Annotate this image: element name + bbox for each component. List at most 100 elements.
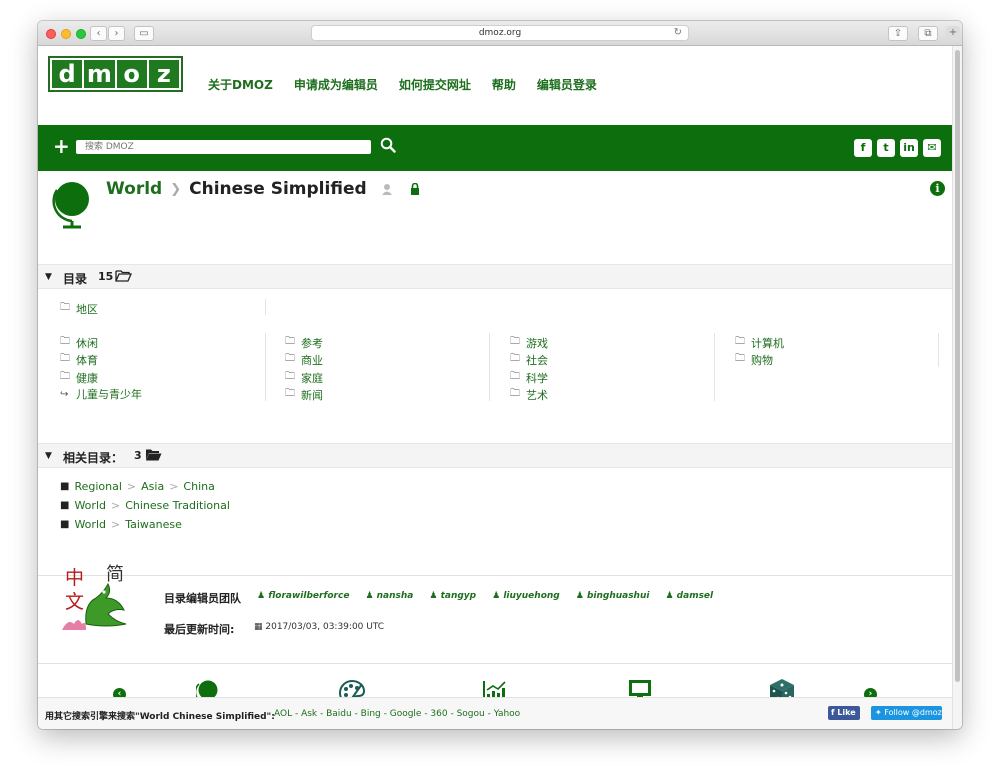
category-item[interactable]: 🗀 购物 [735,351,773,368]
related-header[interactable]: ▼ 相关目录： 3 [38,443,952,468]
close-window-button[interactable] [46,29,56,39]
zoom-window-button[interactable] [76,29,86,39]
nav-help[interactable]: 帮助 [492,76,516,93]
category-label: 参考 [301,336,323,350]
folder-icon: 🗀 [285,353,295,364]
category-label: 地区 [76,302,98,316]
category-label: 艺术 [526,388,548,402]
address-bar[interactable]: dmoz.org ↻ [311,25,689,41]
email-icon[interactable]: ✉ [923,139,941,157]
editor-link[interactable]: ♟ florawilberforce [257,591,349,601]
categories-header[interactable]: ▼ 目录 15 [38,264,952,289]
calendar-icon: ▦ [254,622,266,632]
breadcrumb-world[interactable]: World [106,179,162,199]
editor-link[interactable]: ♟ liuyuehong [492,591,560,601]
nav-editor-login[interactable]: 编辑员登录 [537,76,597,93]
related-link[interactable]: World [74,499,106,512]
forward-button[interactable]: › [108,26,125,41]
reload-icon[interactable]: ↻ [674,26,682,40]
dmoz-logo[interactable]: d m o z [48,56,183,92]
separator-icon: > [110,518,121,531]
twitter-follow-button[interactable]: ✦ Follow @dmoz [871,706,942,720]
related-link[interactable]: China [183,480,214,493]
page-title: Chinese Simplified [189,179,367,199]
category-item[interactable]: 🗀 科学 [510,369,548,386]
category-label: 健康 [76,371,98,385]
search-input[interactable] [76,140,371,154]
updated-timestamp: 2017/03/03, 03:39:00 UTC [265,622,385,632]
related-link[interactable]: Taiwanese [125,518,182,531]
related-item[interactable]: ■ World > Chinese Traditional [60,499,230,512]
breadcrumb-separator-icon: ❯ [170,181,182,197]
category-item[interactable]: ↪ 儿童与青少年 [60,386,142,402]
folder-icon: ■ [60,481,70,492]
sidebar-toggle-icon[interactable]: ▭ [134,26,154,41]
search-bar: + f t in ✉ [38,125,952,171]
folder-icon: 🗀 [285,388,295,399]
related-link[interactable]: Asia [141,480,164,493]
like-label: Like [837,708,856,717]
user-icon: ♟ [257,591,269,601]
facebook-like-button[interactable]: f Like [828,706,860,720]
category-label: 商业 [301,353,323,367]
editor-name: liuyuehong [503,591,560,601]
category-label: 社会 [526,353,548,367]
category-item[interactable]: 🗀 体育 [60,351,98,368]
linkedin-icon[interactable]: in [900,139,918,157]
category-item[interactable]: 🗀 游戏 [510,334,548,351]
scrollbar-thumb[interactable] [955,50,960,682]
category-item[interactable]: 🗀 艺术 [510,386,548,403]
category-label: 儿童与青少年 [76,388,142,401]
nav-become-editor[interactable]: 申请成为编辑员 [294,76,378,93]
nav-submit-site[interactable]: 如何提交网址 [399,76,471,93]
category-region[interactable]: 🗀 地区 [60,300,98,317]
twitter-icon: ✦ [875,708,885,717]
add-site-icon[interactable]: + [53,134,70,158]
column-divider [265,299,266,315]
other-search-engines-links[interactable]: AOL - Ask - Baidu - Bing - Google - 360 … [274,709,520,719]
collapse-triangle-icon[interactable]: ▼ [45,272,52,282]
category-item[interactable]: 🗀 参考 [285,334,323,351]
search-icon[interactable] [380,137,396,153]
user-icon: ♟ [575,591,587,601]
browser-window: ‹ › ▭ dmoz.org ↻ ⇪ ⧉ + d m o z 关于DMOZ 申请… [38,21,962,729]
lock-icon [410,183,419,195]
facebook-icon[interactable]: f [854,139,872,157]
new-tab-icon[interactable]: + [946,26,960,41]
related-item[interactable]: ■ Regional > Asia > China [60,480,215,493]
social-links: f t in ✉ [854,139,941,157]
category-label: 体育 [76,353,98,367]
editor-link[interactable]: ♟ damsel [665,591,713,601]
minimize-window-button[interactable] [61,29,71,39]
twitter-icon[interactable]: t [877,139,895,157]
category-item[interactable]: 🗀 新闻 [285,386,323,403]
categories-count: 15 [98,270,114,283]
related-link[interactable]: World [74,518,106,531]
logo-letter: o [116,60,147,88]
page-scrollbar[interactable] [952,46,962,729]
category-item[interactable]: 🗀 家庭 [285,369,323,386]
share-icon[interactable]: ⇪ [888,26,908,41]
logo-letter: d [52,60,83,88]
related-link[interactable]: Chinese Traditional [125,499,230,512]
page-content: d m o z 关于DMOZ 申请成为编辑员 如何提交网址 帮助 编辑员登录 +… [38,46,952,729]
editor-link[interactable]: ♟ tangyp [429,591,476,601]
category-item[interactable]: 🗀 休闲 [60,334,98,351]
folder-icon: 🗀 [285,371,295,382]
collapse-triangle-icon[interactable]: ▼ [45,451,52,461]
tabs-overview-icon[interactable]: ⧉ [918,26,938,41]
category-item[interactable]: 🗀 计算机 [735,334,784,351]
folder-icon: ■ [60,519,70,530]
back-button[interactable]: ‹ [90,26,107,41]
related-link[interactable]: Regional [74,480,121,493]
svg-text:中: 中 [65,567,84,589]
related-item[interactable]: ■ World > Taiwanese [60,518,182,531]
category-label: 新闻 [301,388,323,402]
category-item[interactable]: 🗀 商业 [285,351,323,368]
editor-link[interactable]: ♟ binghuashui [576,591,650,601]
editor-link[interactable]: ♟ nansha [365,591,413,601]
info-icon[interactable]: i [930,181,945,196]
nav-about[interactable]: 关于DMOZ [208,76,273,93]
category-item[interactable]: 🗀 健康 [60,369,98,386]
category-item[interactable]: 🗀 社会 [510,351,548,368]
